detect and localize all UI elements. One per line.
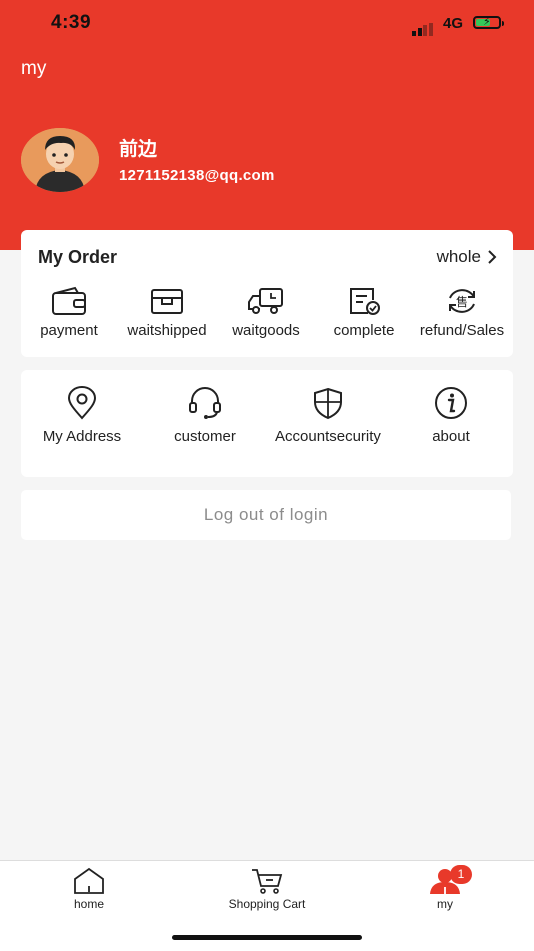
service-label: customer bbox=[174, 428, 236, 445]
service-label: My Address bbox=[42, 428, 122, 445]
order-item-label: waitgoods bbox=[232, 322, 300, 339]
tab-label: Shopping Cart bbox=[228, 897, 306, 911]
service-label: Accountsecurity bbox=[275, 428, 381, 445]
order-item-payment[interactable]: payment bbox=[23, 286, 115, 339]
avatar[interactable] bbox=[21, 128, 99, 192]
svg-text:售: 售 bbox=[456, 294, 468, 309]
order-item-waitshipped[interactable]: waitshipped bbox=[119, 286, 215, 339]
service-about[interactable]: about bbox=[397, 386, 505, 445]
page-title: my bbox=[21, 58, 47, 79]
order-item-waitgoods[interactable]: waitgoods bbox=[219, 286, 313, 339]
shield-icon bbox=[314, 387, 342, 420]
service-label: about bbox=[432, 428, 470, 445]
service-my-address[interactable]: My Address bbox=[27, 386, 137, 445]
home-icon bbox=[74, 867, 104, 894]
order-item-complete[interactable]: complete bbox=[321, 286, 407, 339]
check-doc-icon bbox=[350, 288, 380, 315]
order-item-label: refund/Sales bbox=[419, 322, 505, 339]
order-item-refund[interactable]: 售 refund/Sales bbox=[413, 286, 511, 339]
tab-shopping-cart[interactable]: Shopping Cart bbox=[212, 867, 322, 911]
signal-icon bbox=[412, 18, 434, 36]
services-card: My Address customer Accountsecurity abou… bbox=[21, 370, 513, 477]
status-bar: 4:39 4G ⚡ bbox=[0, 0, 534, 48]
box-icon bbox=[151, 289, 183, 314]
location-icon bbox=[67, 386, 97, 420]
order-title: My Order bbox=[38, 247, 118, 267]
order-item-label: complete bbox=[333, 322, 395, 339]
view-all-label: whole bbox=[436, 247, 481, 266]
service-account-security[interactable]: Accountsecurity bbox=[263, 386, 393, 445]
wallet-icon bbox=[52, 286, 86, 315]
status-time: 4:39 bbox=[51, 12, 92, 33]
tab-label: my bbox=[437, 897, 453, 911]
user-email: 1271152138@qq.com bbox=[119, 167, 275, 184]
service-customer[interactable]: customer bbox=[150, 386, 260, 445]
view-all-orders-link[interactable]: whole bbox=[437, 247, 497, 267]
network-label: 4G bbox=[443, 15, 464, 32]
order-card: My Order whole payment waitshipped waitg… bbox=[21, 230, 513, 357]
order-item-label: payment bbox=[40, 322, 98, 339]
logout-button[interactable]: Log out of login bbox=[21, 490, 511, 540]
after-sales-icon: 售 bbox=[449, 289, 475, 313]
truck-icon bbox=[248, 288, 283, 314]
battery-icon: ⚡ bbox=[473, 16, 504, 29]
cart-icon bbox=[252, 869, 283, 894]
tab-home[interactable]: home bbox=[44, 867, 134, 911]
tab-my[interactable]: my bbox=[400, 867, 490, 911]
notification-badge: 1 bbox=[450, 865, 472, 884]
headset-icon bbox=[189, 387, 221, 419]
home-indicator bbox=[172, 935, 362, 940]
info-icon bbox=[435, 387, 467, 419]
order-item-label: waitshipped bbox=[127, 322, 207, 339]
user-name: 前边 bbox=[119, 139, 158, 160]
chevron-right-icon bbox=[488, 250, 497, 264]
tab-label: home bbox=[73, 897, 105, 911]
